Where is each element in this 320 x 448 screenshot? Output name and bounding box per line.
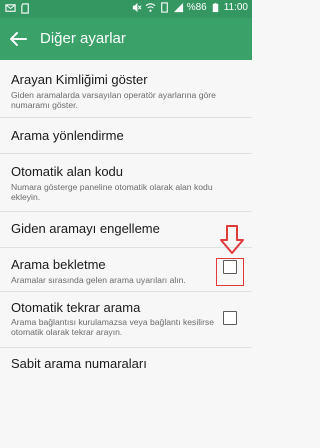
setting-title: Arama yönlendirme (11, 128, 124, 143)
signal-icon (173, 2, 183, 13)
page-title: Diğer ayarlar (40, 30, 126, 47)
battery-percent: %86 (186, 2, 207, 13)
setting-title: Giden aramayı engelleme (11, 221, 160, 236)
wifi-icon (145, 3, 156, 12)
mute-icon (132, 2, 142, 13)
setting-subtitle: Numara gösterge paneline otomatik olarak… (11, 182, 213, 202)
setting-title: Sabit arama numaraları (11, 356, 147, 371)
status-bar: %86 11:00 (0, 0, 252, 18)
red-arrow-annotation (220, 225, 244, 254)
setting-fixed-dialing[interactable]: Sabit arama numaraları (0, 348, 252, 384)
setting-title: Otomatik tekrar arama (11, 300, 141, 315)
auto-redial-checkbox[interactable] (223, 311, 237, 325)
setting-call-waiting[interactable]: Arama bekletme Aramalar sırasında gelen … (0, 248, 252, 292)
setting-auto-area-code[interactable]: Otomatik alan kodu Numara gösterge panel… (0, 154, 252, 212)
setting-caller-id[interactable]: Arayan Kimliğimi göster Giden aramalarda… (0, 60, 252, 118)
highlight-box-annotation (216, 258, 244, 286)
sim-icon (160, 2, 168, 13)
setting-subtitle: Giden aramalarda varsayılan operatör aya… (11, 90, 216, 110)
sd-card-icon (21, 3, 29, 14)
setting-auto-redial[interactable]: Otomatik tekrar arama Arama bağlantısı k… (0, 292, 252, 348)
setting-title: Otomatik alan kodu (11, 164, 124, 179)
setting-subtitle: Arama bağlantısı kurulamazsa veya bağlan… (11, 317, 215, 337)
setting-call-forwarding[interactable]: Arama yönlendirme (0, 118, 252, 154)
setting-subtitle: Aramalar sırasında gelen arama uyarıları… (11, 275, 186, 285)
battery-icon (212, 2, 218, 13)
setting-outgoing-call-barring[interactable]: Giden aramayı engelleme (0, 212, 252, 248)
app-bar: Diğer ayarlar (0, 18, 252, 60)
settings-list: Arayan Kimliğimi göster Giden aramalarda… (0, 60, 252, 384)
status-time: 11:00 (223, 2, 248, 13)
arrow-back-icon[interactable] (6, 27, 30, 51)
setting-title: Arama bekletme (11, 257, 106, 272)
message-icon (5, 4, 16, 12)
setting-title: Arayan Kimliğimi göster (11, 72, 148, 87)
